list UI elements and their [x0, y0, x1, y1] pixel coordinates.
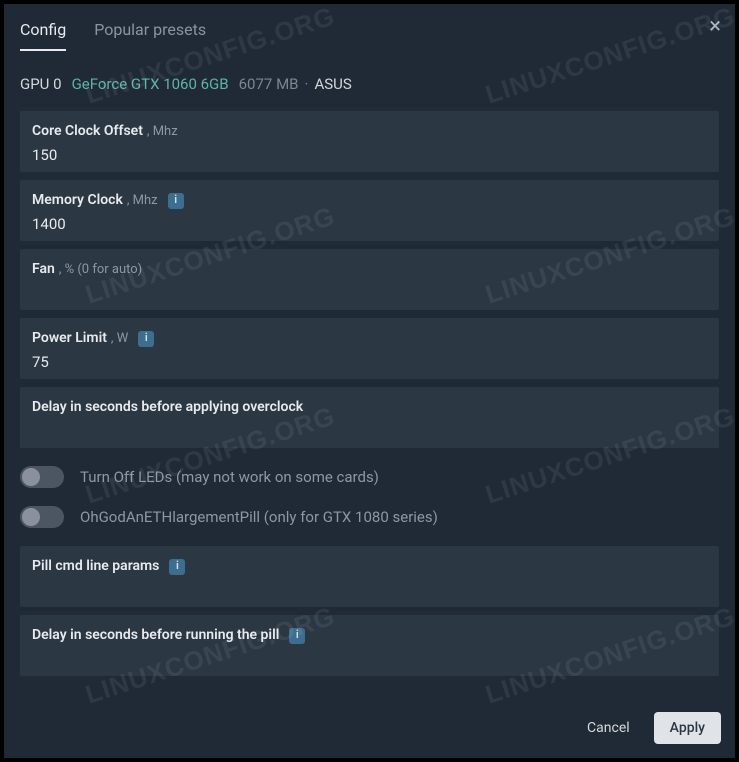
- cancel-button[interactable]: Cancel: [571, 712, 646, 744]
- overclock-config-modal: × Config Popular presets GPU 0 GeForce G…: [4, 4, 735, 758]
- fan-unit: , % (0 for auto): [59, 260, 142, 280]
- modal-footer: Cancel Apply: [571, 712, 721, 744]
- gpu-model-name: GeForce GTX 1060 6GB: [72, 75, 229, 93]
- delay-overclock-label: Delay in seconds before applying overclo…: [32, 397, 303, 418]
- fan-input[interactable]: [32, 284, 707, 302]
- core-clock-label: Core Clock Offset: [32, 121, 143, 142]
- fan-field: Fan, % (0 for auto): [20, 249, 719, 310]
- core-clock-input[interactable]: [32, 146, 707, 164]
- memory-clock-label: Memory Clock: [32, 190, 123, 211]
- leds-toggle-row: Turn Off LEDs (may not work on some card…: [20, 466, 719, 488]
- info-icon[interactable]: i: [138, 331, 154, 347]
- info-icon[interactable]: i: [168, 193, 184, 209]
- gpu-vendor: ASUS: [314, 75, 351, 93]
- gpu-info-row: GPU 0 GeForce GTX 1060 6GB 6077 MB · ASU…: [20, 75, 719, 93]
- delay-pill-input[interactable]: [32, 650, 707, 668]
- delay-pill-label: Delay in seconds before running the pill: [32, 625, 279, 646]
- power-limit-unit: , W: [111, 329, 128, 349]
- info-icon[interactable]: i: [169, 559, 185, 575]
- tab-config[interactable]: Config: [20, 20, 66, 51]
- separator-dot: ·: [305, 75, 309, 93]
- memory-clock-unit: , Mhz: [127, 191, 158, 211]
- power-limit-field: Power Limit, W i: [20, 318, 719, 379]
- tab-bar: Config Popular presets: [20, 20, 719, 51]
- core-clock-unit: , Mhz: [147, 122, 178, 142]
- gpu-slot: GPU 0: [20, 75, 62, 93]
- apply-button[interactable]: Apply: [654, 712, 721, 744]
- pill-params-label: Pill cmd line params: [32, 556, 159, 577]
- info-icon[interactable]: i: [289, 628, 305, 644]
- leds-toggle-label: Turn Off LEDs (may not work on some card…: [80, 468, 379, 486]
- pill-toggle-label: OhGodAnETHlargementPill (only for GTX 10…: [80, 508, 438, 526]
- pill-params-input[interactable]: [32, 581, 707, 599]
- pill-params-field: Pill cmd line params i: [20, 546, 719, 607]
- power-limit-label: Power Limit: [32, 328, 107, 349]
- gpu-memory: 6077 MB: [239, 75, 299, 93]
- fan-label: Fan: [32, 259, 55, 280]
- delay-overclock-input[interactable]: [32, 422, 707, 440]
- power-limit-input[interactable]: [32, 353, 707, 371]
- tab-popular-presets[interactable]: Popular presets: [94, 20, 206, 51]
- memory-clock-input[interactable]: [32, 215, 707, 233]
- leds-toggle[interactable]: [20, 466, 64, 488]
- core-clock-field: Core Clock Offset, Mhz: [20, 111, 719, 172]
- pill-toggle-row: OhGodAnETHlargementPill (only for GTX 10…: [20, 506, 719, 528]
- pill-toggle[interactable]: [20, 506, 64, 528]
- delay-overclock-field: Delay in seconds before applying overclo…: [20, 387, 719, 448]
- memory-clock-field: Memory Clock, Mhz i: [20, 180, 719, 241]
- delay-pill-field: Delay in seconds before running the pill…: [20, 615, 719, 676]
